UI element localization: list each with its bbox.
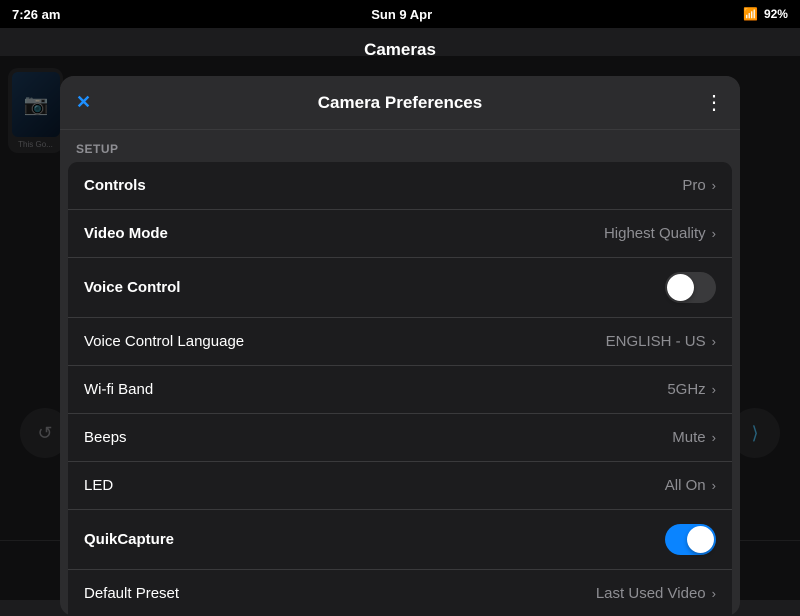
row-led[interactable]: LED All On › xyxy=(68,462,732,510)
toggle-thumb xyxy=(667,274,694,301)
chevron-icon: › xyxy=(712,226,716,241)
row-video-mode[interactable]: Video Mode Highest Quality › xyxy=(68,210,732,258)
row-controls[interactable]: Controls Pro › xyxy=(68,162,732,210)
quikcapture-toggle[interactable] xyxy=(665,524,716,555)
controls-value: Pro › xyxy=(682,177,716,194)
default-preset-label: Default Preset xyxy=(84,585,179,602)
video-mode-label: Video Mode xyxy=(84,225,168,242)
row-beeps[interactable]: Beeps Mute › xyxy=(68,414,732,462)
chevron-icon: › xyxy=(712,586,716,601)
status-bar: 7:26 am Sun 9 Apr 📶 92% xyxy=(0,0,800,28)
settings-list: Controls Pro › Video Mode Highest Qualit… xyxy=(68,162,732,616)
wifi-band-value: 5GHz › xyxy=(667,381,716,398)
section-header-setup: SETUP xyxy=(60,130,740,162)
row-default-preset[interactable]: Default Preset Last Used Video › xyxy=(68,570,732,616)
wifi-band-label: Wi-fi Band xyxy=(84,381,153,398)
chevron-icon: › xyxy=(712,430,716,445)
led-value: All On › xyxy=(665,477,716,494)
modal-panel: ✕ Camera Preferences ⋮ SETUP Controls Pr… xyxy=(60,76,740,616)
voice-language-value: ENGLISH - US › xyxy=(606,333,716,350)
row-voice-language[interactable]: Voice Control Language ENGLISH - US › xyxy=(68,318,732,366)
modal-header: ✕ Camera Preferences ⋮ xyxy=(60,76,740,130)
chevron-icon: › xyxy=(712,334,716,349)
chevron-icon: › xyxy=(712,478,716,493)
close-button[interactable]: ✕ xyxy=(76,92,106,113)
status-date: Sun 9 Apr xyxy=(371,7,432,22)
background-app: Cameras 📷 This Go... ↺ ⟩ ≡ Mural ▣ Media… xyxy=(0,28,800,600)
modal-overlay: ✕ Camera Preferences ⋮ SETUP Controls Pr… xyxy=(0,56,800,600)
quikcapture-label: QuikCapture xyxy=(84,531,174,548)
battery-level: 92% xyxy=(764,7,788,21)
row-voice-control[interactable]: Voice Control xyxy=(68,258,732,318)
voice-control-toggle[interactable] xyxy=(665,272,716,303)
default-preset-value: Last Used Video › xyxy=(596,585,716,602)
more-button[interactable]: ⋮ xyxy=(694,90,724,115)
voice-control-label: Voice Control xyxy=(84,279,180,296)
beeps-value: Mute › xyxy=(672,429,716,446)
beeps-label: Beeps xyxy=(84,429,127,446)
modal-title: Camera Preferences xyxy=(106,93,694,113)
status-right: 📶 92% xyxy=(743,7,788,21)
video-mode-value: Highest Quality › xyxy=(604,225,716,242)
chevron-icon: › xyxy=(712,382,716,397)
toggle-thumb xyxy=(687,526,714,553)
row-wifi-band[interactable]: Wi-fi Band 5GHz › xyxy=(68,366,732,414)
row-quikcapture[interactable]: QuikCapture xyxy=(68,510,732,570)
wifi-icon: 📶 xyxy=(743,7,758,21)
voice-language-label: Voice Control Language xyxy=(84,333,244,350)
led-label: LED xyxy=(84,477,113,494)
controls-label: Controls xyxy=(84,177,146,194)
status-time: 7:26 am xyxy=(12,7,60,22)
chevron-icon: › xyxy=(712,178,716,193)
